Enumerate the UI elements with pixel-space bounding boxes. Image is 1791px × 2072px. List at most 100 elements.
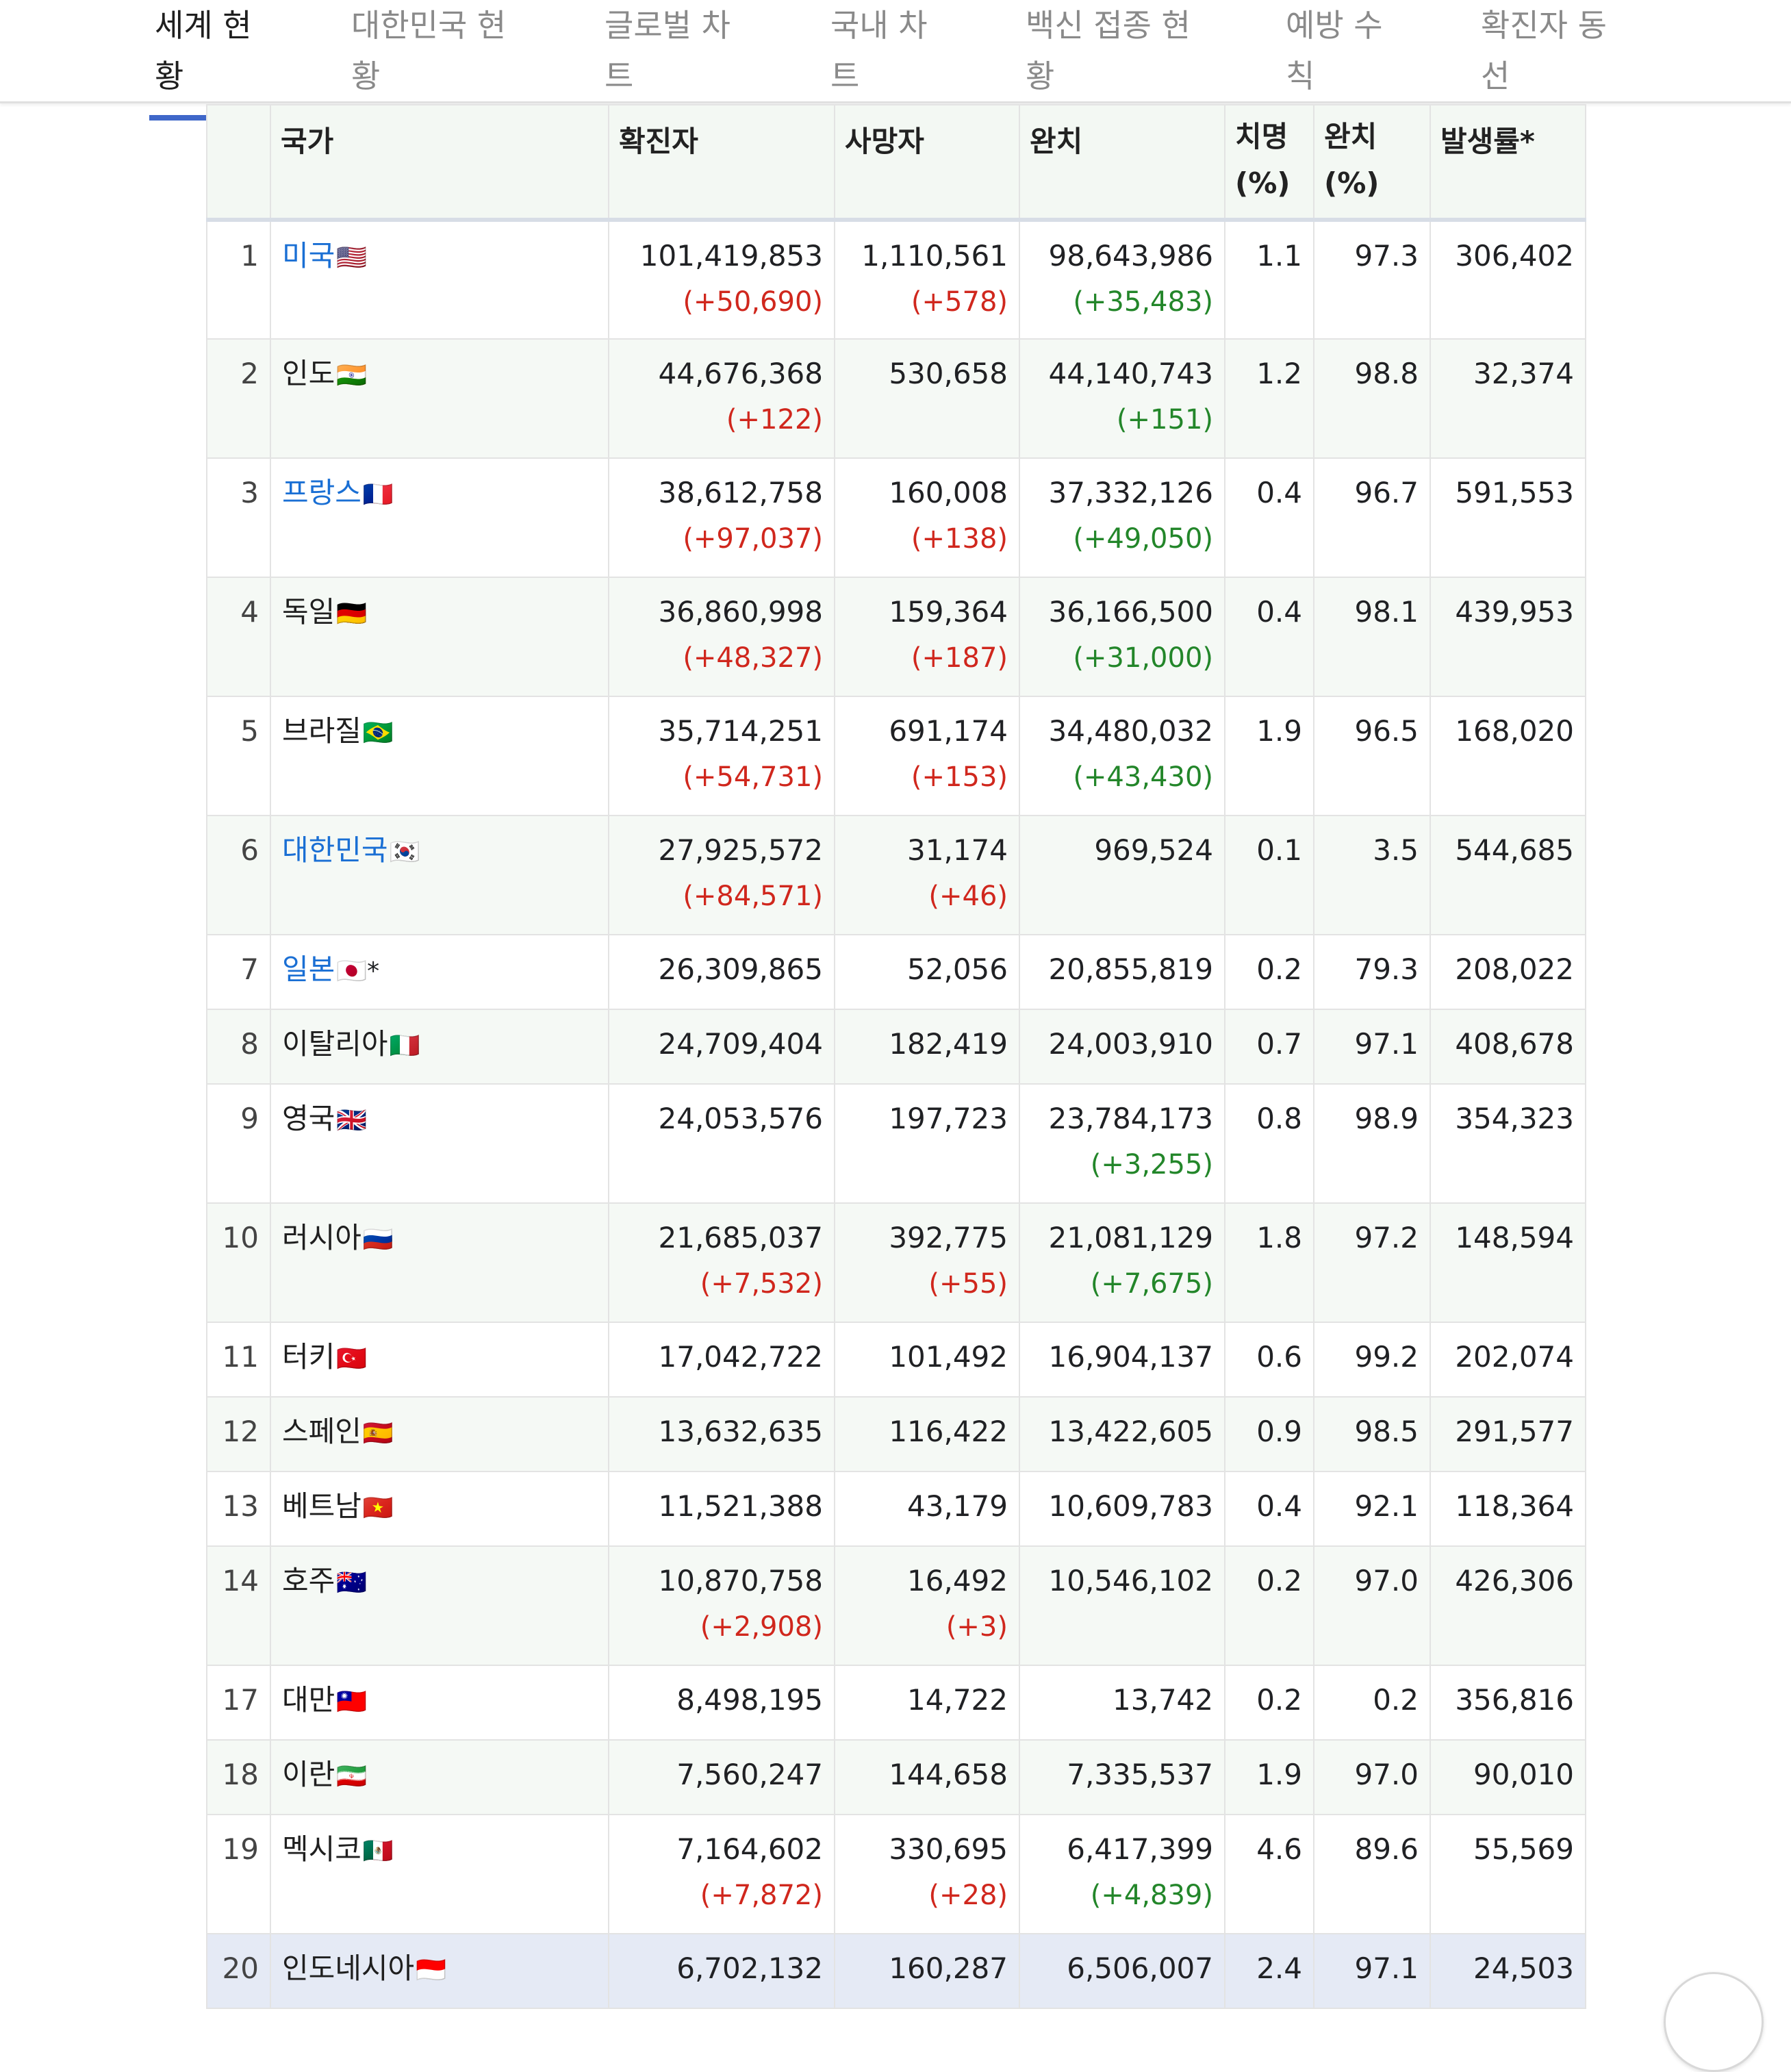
recovered-value: 21,081,129 bbox=[1048, 1221, 1213, 1254]
recovery-rate-cell: 3.5 bbox=[1313, 815, 1431, 935]
fatality-rate-value: 4.6 bbox=[1256, 1832, 1302, 1866]
flag-icon: 🇮🇳 bbox=[336, 362, 368, 390]
header-incidence[interactable]: 발생률* bbox=[1430, 104, 1586, 222]
incidence-value: 591,553 bbox=[1455, 476, 1574, 509]
deaths-value: 197,723 bbox=[889, 1102, 1008, 1135]
country-cell: 인도네시아🇮🇩 bbox=[270, 1933, 609, 2009]
deaths-value: 160,287 bbox=[889, 1951, 1008, 1985]
recovered-value: 6,506,007 bbox=[1067, 1951, 1213, 1985]
flag-icon: 🇺🇸 bbox=[336, 244, 368, 272]
fatality-rate-cell: 0.7 bbox=[1224, 1009, 1314, 1085]
fatality-rate-cell: 0.1 bbox=[1224, 815, 1314, 935]
country-name-link[interactable]: 일본 bbox=[282, 952, 335, 986]
recovery-rate-cell: 97.1 bbox=[1313, 1009, 1431, 1085]
tab-global-chart[interactable]: 글로벌 차트 bbox=[599, 0, 753, 101]
confirmed-value: 38,612,758 bbox=[658, 476, 823, 509]
confirmed-delta: (+122) bbox=[726, 404, 823, 435]
country-name: 호주 bbox=[282, 1564, 335, 1597]
fatality-rate-value: 0.8 bbox=[1256, 1102, 1302, 1135]
confirmed-value: 13,632,635 bbox=[658, 1415, 823, 1448]
flag-icon: 🇰🇷 bbox=[389, 838, 420, 866]
confirmed-value: 36,860,998 bbox=[658, 595, 823, 629]
fatality-rate-cell: 0.4 bbox=[1224, 1471, 1314, 1547]
flag-icon: 🇦🇺 bbox=[336, 1569, 368, 1597]
rank-cell: 14 bbox=[206, 1545, 271, 1666]
confirmed-cell: 10,870,758 (+2,908) bbox=[608, 1545, 835, 1666]
recovered-cell: 10,546,102 bbox=[1019, 1545, 1225, 1666]
recovered-value: 36,166,500 bbox=[1048, 595, 1213, 629]
table-row: 18 이란🇮🇷 7,560,247 144,658 7,335,537 1.9 97.0 90… bbox=[206, 1739, 1586, 1815]
deaths-value: 101,492 bbox=[889, 1340, 1008, 1374]
recovery-rate-value: 0.2 bbox=[1373, 1683, 1419, 1717]
rank-cell: 13 bbox=[206, 1471, 271, 1547]
confirmed-cell: 7,164,602 (+7,872) bbox=[608, 1814, 835, 1934]
recovery-rate-cell: 99.2 bbox=[1313, 1322, 1431, 1398]
country-cell: 멕시코🇲🇽 bbox=[270, 1814, 609, 1934]
header-fatality-rate[interactable]: 치명 (%) bbox=[1224, 104, 1314, 222]
recovered-value: 10,609,783 bbox=[1048, 1489, 1213, 1523]
confirmed-delta: (+97,037) bbox=[683, 523, 823, 555]
recovered-value: 13,422,605 bbox=[1048, 1415, 1213, 1448]
country-name: 스페인 bbox=[282, 1415, 361, 1448]
confirmed-cell: 44,676,368 (+122) bbox=[608, 338, 835, 459]
table-row: 8 이탈리아🇮🇹 24,709,404 182,419 24,003,910 0.7 97.… bbox=[206, 1009, 1586, 1085]
recovered-value: 16,904,137 bbox=[1048, 1340, 1213, 1374]
incidence-value: 306,402 bbox=[1455, 239, 1574, 273]
tab-domestic-chart[interactable]: 국내 차트 bbox=[825, 0, 948, 101]
recovery-rate-cell: 97.2 bbox=[1313, 1202, 1431, 1323]
confirmed-value: 44,676,368 bbox=[658, 357, 823, 390]
table-row: 9 영국🇬🇧 24,053,576 197,723 23,784,173 (+3,255)… bbox=[206, 1083, 1586, 1204]
deaths-cell: 392,775 (+55) bbox=[834, 1202, 1020, 1323]
deaths-value: 159,364 bbox=[889, 595, 1008, 629]
table-row: 3 프랑스🇫🇷 38,612,758 (+97,037) 160,008 (+138) 37… bbox=[206, 457, 1586, 578]
country-cell: 이탈리아🇮🇹 bbox=[270, 1009, 609, 1085]
tab-korea-status[interactable]: 대한민국 현황 bbox=[346, 0, 531, 101]
tab-patient-route[interactable]: 확진자 동선 bbox=[1475, 0, 1629, 101]
confirmed-cell: 21,685,037 (+7,532) bbox=[608, 1202, 835, 1323]
header-deaths[interactable]: 사망자 bbox=[834, 104, 1020, 222]
country-name-link[interactable]: 프랑스 bbox=[282, 476, 361, 509]
deaths-cell: 52,056 bbox=[834, 934, 1020, 1010]
country-name-link[interactable]: 대한민국 bbox=[282, 833, 388, 867]
header-confirmed[interactable]: 확진자 bbox=[608, 104, 835, 222]
recovery-rate-value: 97.0 bbox=[1354, 1758, 1419, 1791]
country-cell: 영국🇬🇧 bbox=[270, 1083, 609, 1204]
recovery-rate-cell: 79.3 bbox=[1313, 934, 1431, 1010]
header-country[interactable]: 국가 bbox=[270, 104, 609, 222]
country-cell: 대만🇹🇼 bbox=[270, 1665, 609, 1741]
recovered-value: 44,140,743 bbox=[1048, 357, 1213, 390]
recovered-value: 37,332,126 bbox=[1048, 476, 1213, 509]
flag-icon: 🇲🇽 bbox=[362, 1837, 394, 1865]
recovered-value: 20,855,819 bbox=[1048, 952, 1213, 986]
table-row: 20 인도네시아🇮🇩 6,702,132 160,287 6,506,007 2.4 97.… bbox=[206, 1933, 1586, 2009]
fatality-rate-value: 1.8 bbox=[1256, 1221, 1302, 1254]
incidence-cell: 426,306 bbox=[1430, 1545, 1586, 1666]
scroll-to-top-button[interactable] bbox=[1664, 1972, 1764, 2072]
incidence-value: 208,022 bbox=[1455, 952, 1574, 986]
recovered-cell: 23,784,173 (+3,255) bbox=[1019, 1083, 1225, 1204]
rank-cell: 19 bbox=[206, 1814, 271, 1934]
confirmed-delta: (+7,532) bbox=[700, 1268, 823, 1300]
rank-cell: 7 bbox=[206, 934, 271, 1010]
rank-cell: 3 bbox=[206, 457, 271, 578]
recovery-rate-value: 79.3 bbox=[1354, 952, 1419, 986]
deaths-value: 330,695 bbox=[889, 1832, 1008, 1866]
tab-world-status[interactable]: 세계 현황 bbox=[149, 0, 272, 101]
header-recovered[interactable]: 완치 bbox=[1019, 104, 1225, 222]
country-cell: 인도🇮🇳 bbox=[270, 338, 609, 459]
tab-vaccine-status[interactable]: 백신 접종 현황 bbox=[1020, 0, 1205, 101]
fatality-rate-value: 1.9 bbox=[1256, 1758, 1302, 1791]
tab-prevention-rules[interactable]: 예방 수칙 bbox=[1280, 0, 1403, 101]
incidence-cell: 148,594 bbox=[1430, 1202, 1586, 1323]
incidence-value: 55,569 bbox=[1473, 1832, 1574, 1866]
recovery-rate-value: 97.3 bbox=[1354, 239, 1419, 273]
deaths-value: 144,658 bbox=[889, 1758, 1008, 1791]
fatality-rate-cell: 1.9 bbox=[1224, 1739, 1314, 1815]
recovered-delta: (+31,000) bbox=[1073, 642, 1213, 674]
header-recovery-rate[interactable]: 완치 (%) bbox=[1313, 104, 1431, 222]
recovery-rate-cell: 98.8 bbox=[1313, 338, 1431, 459]
recovery-rate-cell: 98.1 bbox=[1313, 577, 1431, 697]
rank-cell: 8 bbox=[206, 1009, 271, 1085]
fatality-rate-value: 0.6 bbox=[1256, 1340, 1302, 1374]
country-name-link[interactable]: 미국 bbox=[282, 239, 335, 273]
